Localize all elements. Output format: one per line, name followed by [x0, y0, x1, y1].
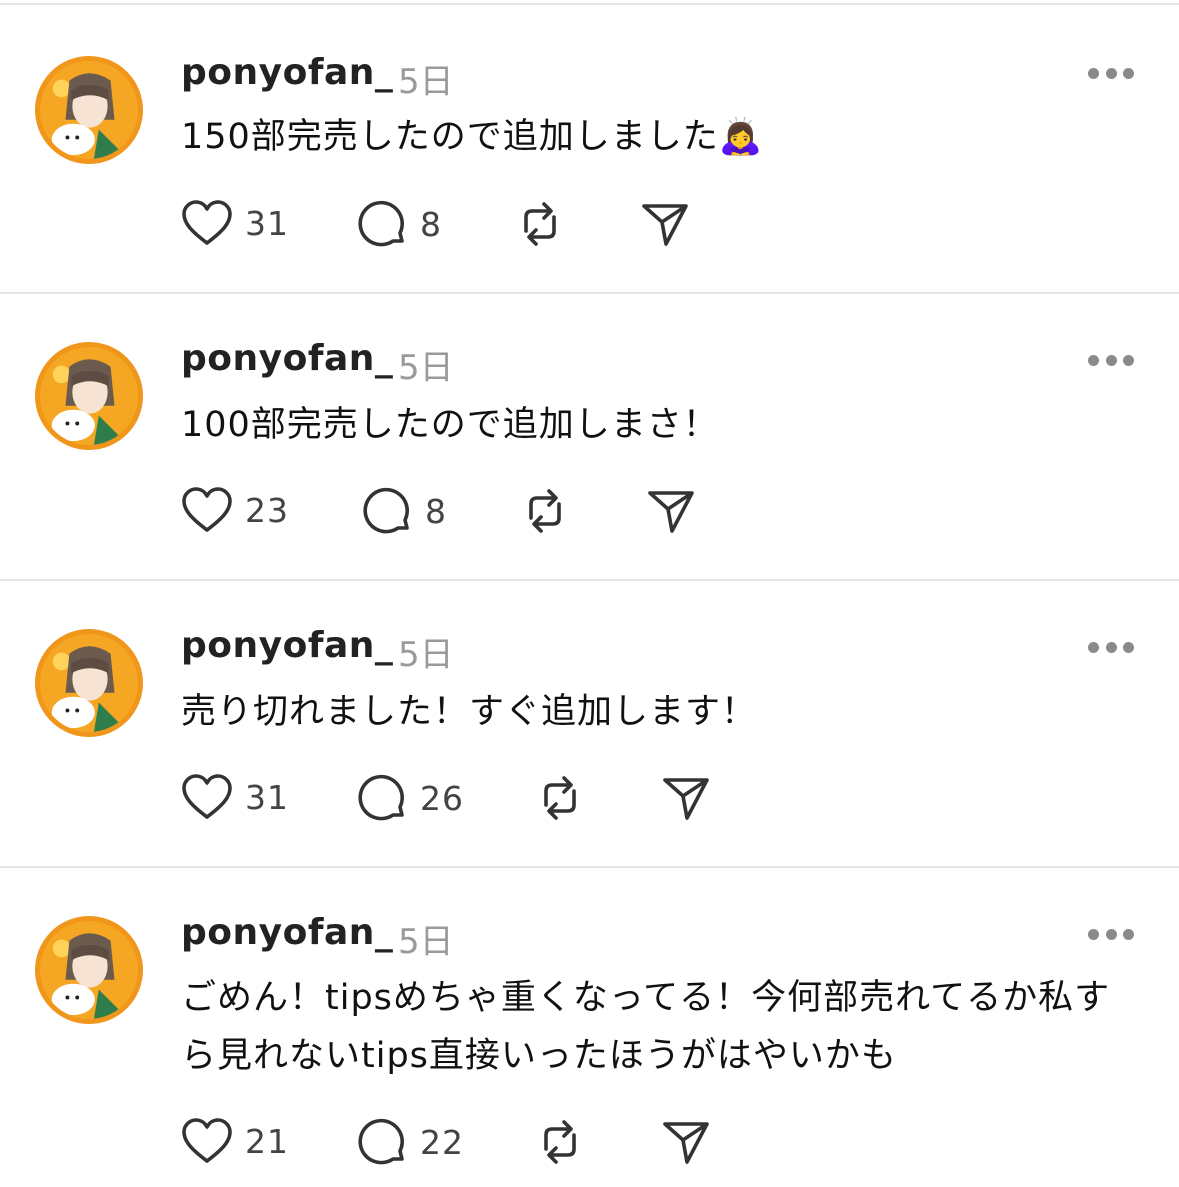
divider — [0, 292, 1179, 294]
heart-icon — [182, 1118, 232, 1163]
like-button[interactable]: 21 — [181, 1117, 289, 1165]
repost-icon — [529, 489, 561, 533]
like-button[interactable]: 23 — [181, 486, 289, 534]
reply-count: 22 — [420, 1122, 464, 1162]
speech-bubble-icon — [358, 774, 404, 821]
reply-button[interactable]: 8 — [361, 486, 447, 536]
paper-plane-icon — [663, 1122, 709, 1164]
heart-icon — [182, 200, 232, 245]
like-count: 31 — [245, 777, 289, 817]
like-button[interactable]: 31 — [181, 199, 289, 247]
repost-button[interactable] — [536, 773, 584, 823]
avatar[interactable] — [35, 916, 143, 1024]
repost-icon — [544, 776, 576, 820]
speech-bubble-icon — [363, 487, 409, 534]
share-button[interactable] — [640, 200, 690, 248]
like-count: 31 — [245, 203, 289, 243]
more-options-button[interactable] — [1088, 66, 1134, 80]
share-button[interactable] — [661, 1118, 711, 1166]
post-text-content: 売り切れました！すぐ追加します！ — [181, 692, 758, 732]
username[interactable]: ponyofan_ — [181, 912, 393, 953]
divider — [0, 579, 1179, 581]
speech-bubble-icon — [358, 1118, 404, 1165]
repost-button[interactable] — [536, 1117, 584, 1167]
timestamp: 5日 — [398, 635, 454, 675]
username[interactable]: ponyofan_ — [181, 338, 393, 379]
share-button[interactable] — [661, 774, 711, 822]
heart-icon — [182, 774, 232, 819]
avatar[interactable] — [35, 56, 143, 164]
post-text-content: 150部完売したので追加しました — [181, 117, 719, 157]
post-text: 150部完売したので追加しました🙇‍♀️ — [181, 108, 1156, 166]
bowing-person-emoji: 🙇‍♀️ — [718, 117, 764, 157]
like-button[interactable]: 31 — [181, 773, 289, 821]
like-count: 23 — [245, 490, 289, 530]
post-text-content: ごめん！tipsめちゃ重くなってる！今何部売れてるか私すら見れないtips直接い… — [181, 978, 1111, 1076]
repost-icon — [544, 1120, 576, 1164]
username[interactable]: ponyofan_ — [181, 52, 393, 93]
reply-count: 8 — [420, 204, 442, 244]
avatar[interactable] — [35, 629, 143, 737]
timestamp: 5日 — [398, 348, 454, 388]
repost-button[interactable] — [516, 199, 564, 249]
more-options-button[interactable] — [1088, 353, 1134, 367]
share-button[interactable] — [646, 487, 696, 535]
repost-button[interactable] — [521, 486, 569, 536]
repost-icon — [524, 202, 556, 246]
reply-button[interactable]: 26 — [356, 773, 464, 823]
post-text: 100部完売したので追加しまさ！ — [181, 396, 1156, 454]
timestamp: 5日 — [398, 62, 454, 102]
more-options-button[interactable] — [1088, 640, 1134, 654]
heart-icon — [182, 487, 232, 532]
more-horizontal-icon — [1088, 354, 1099, 366]
post-text: ごめん！tipsめちゃ重くなってる！今何部売れてるか私すら見れないtips直接い… — [181, 969, 1141, 1085]
paper-plane-icon — [663, 778, 709, 820]
timestamp: 5日 — [398, 922, 454, 962]
more-options-button[interactable] — [1088, 927, 1134, 941]
thread-feed: ponyofan_ 5日 150部完売したので追加しました🙇‍♀️ 31 8 — [0, 0, 1179, 1187]
more-horizontal-icon — [1088, 67, 1099, 79]
reply-button[interactable]: 8 — [356, 199, 442, 249]
avatar[interactable] — [35, 342, 143, 450]
paper-plane-icon — [648, 491, 694, 533]
divider — [0, 3, 1179, 5]
username[interactable]: ponyofan_ — [181, 625, 393, 666]
speech-bubble-icon — [358, 200, 404, 247]
post-text: 売り切れました！すぐ追加します！ — [181, 683, 1156, 741]
reply-button[interactable]: 22 — [356, 1117, 464, 1167]
more-horizontal-icon — [1088, 928, 1099, 940]
more-horizontal-icon — [1088, 641, 1099, 653]
reply-count: 26 — [420, 778, 464, 818]
divider — [0, 866, 1179, 868]
post-text-content: 100部完売したので追加しまさ！ — [181, 405, 719, 445]
reply-count: 8 — [425, 491, 447, 531]
paper-plane-icon — [642, 204, 688, 246]
like-count: 21 — [245, 1121, 289, 1161]
